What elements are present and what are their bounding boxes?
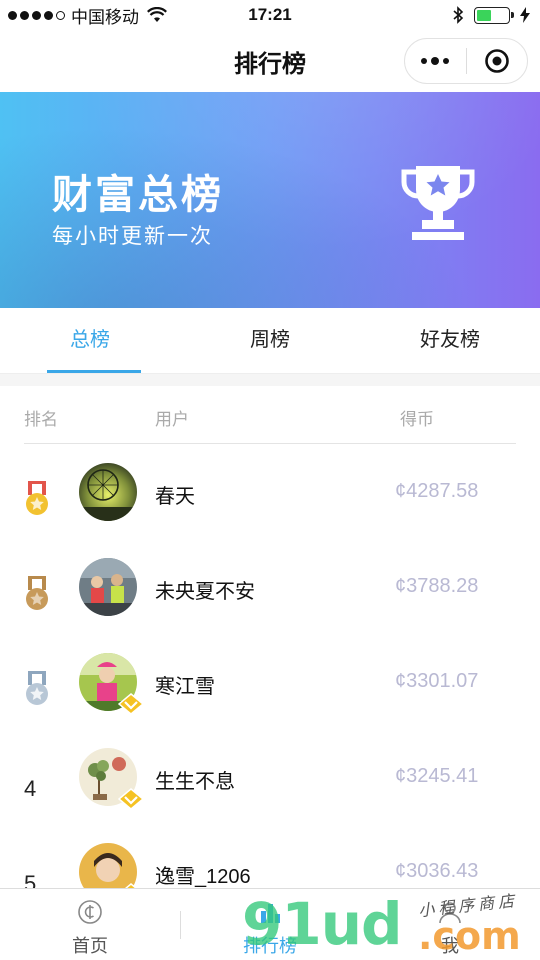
section-divider [0,374,540,386]
username: 寒江雪 [155,676,215,698]
coin-amount: ¢3301.07 [395,670,479,692]
bronze-medal-icon [26,576,48,610]
battery-icon [474,6,514,24]
bluetooth-icon [453,6,464,24]
user-icon [439,902,461,924]
tab-friends[interactable]: 好友榜 [360,308,540,373]
avatar[interactable] [79,463,137,521]
charging-icon [520,7,530,23]
vip-badge-icon [118,693,144,715]
more-menu-button[interactable] [405,39,466,83]
banner-title: 财富总榜 [52,173,224,217]
target-close-icon [484,49,509,73]
header-coins: 得币 [400,410,434,429]
tabbar-home-label: 首页 [72,936,108,956]
table-row[interactable]: 春天 ¢4287.58 [0,463,540,558]
rank-number: 4 [24,776,37,801]
header-rank: 排名 [24,410,58,429]
table-header: 排名 用户 得币 [24,386,516,444]
coin-icon [78,900,102,924]
header-user: 用户 [155,410,189,429]
close-mini-program-button[interactable] [466,39,527,83]
tab-total[interactable]: 总榜 [0,308,180,373]
trophy-icon [401,166,475,240]
tabbar-me[interactable]: 我 [360,889,540,960]
silver-medal-icon [26,671,48,705]
username: 生生不息 [155,771,235,793]
tabbar-ranking-label: 排行榜 [243,936,297,956]
wifi-icon [147,7,167,22]
tabbar-ranking[interactable]: 排行榜 [180,889,360,960]
vip-badge-icon [118,788,144,810]
navigation-bar: 排行榜 [0,30,540,92]
table-row[interactable]: 寒江雪 ¢3301.07 [0,653,540,748]
mini-program-capsule [404,38,528,84]
status-bar: 中国移动 17:21 [0,0,540,30]
tabbar-divider [180,911,181,939]
more-dots-icon [421,58,428,64]
coin-amount: ¢3788.28 [395,575,479,597]
ranking-tabs: 总榜 周榜 好友榜 [0,308,540,374]
wealth-ranking-banner: 财富总榜 每小时更新一次 [0,92,540,308]
username: 逸雪_1206 [155,866,251,888]
table-row[interactable]: 4 生生不息 ¢3245.41 [0,748,540,843]
coin-amount: ¢3245.41 [395,765,479,787]
table-row[interactable]: 未央夏不安 ¢3788.28 [0,558,540,653]
tab-weekly[interactable]: 周榜 [180,308,360,373]
username: 春天 [155,486,195,508]
tabbar-me-label: 我 [441,936,459,956]
carrier-name: 中国移动 [71,7,139,27]
coin-amount: ¢3036.43 [395,860,479,882]
username: 未央夏不安 [155,581,255,603]
tabbar-home[interactable]: 首页 [0,889,180,960]
signal-strength-icon [8,10,65,20]
banner-subtitle: 每小时更新一次 [52,225,213,248]
ranking-icon [261,904,280,923]
bottom-tab-bar: 首页 排行榜 我 [0,888,540,960]
coin-amount: ¢4287.58 [395,480,479,502]
gold-medal-icon [26,481,48,515]
avatar[interactable] [79,558,137,616]
